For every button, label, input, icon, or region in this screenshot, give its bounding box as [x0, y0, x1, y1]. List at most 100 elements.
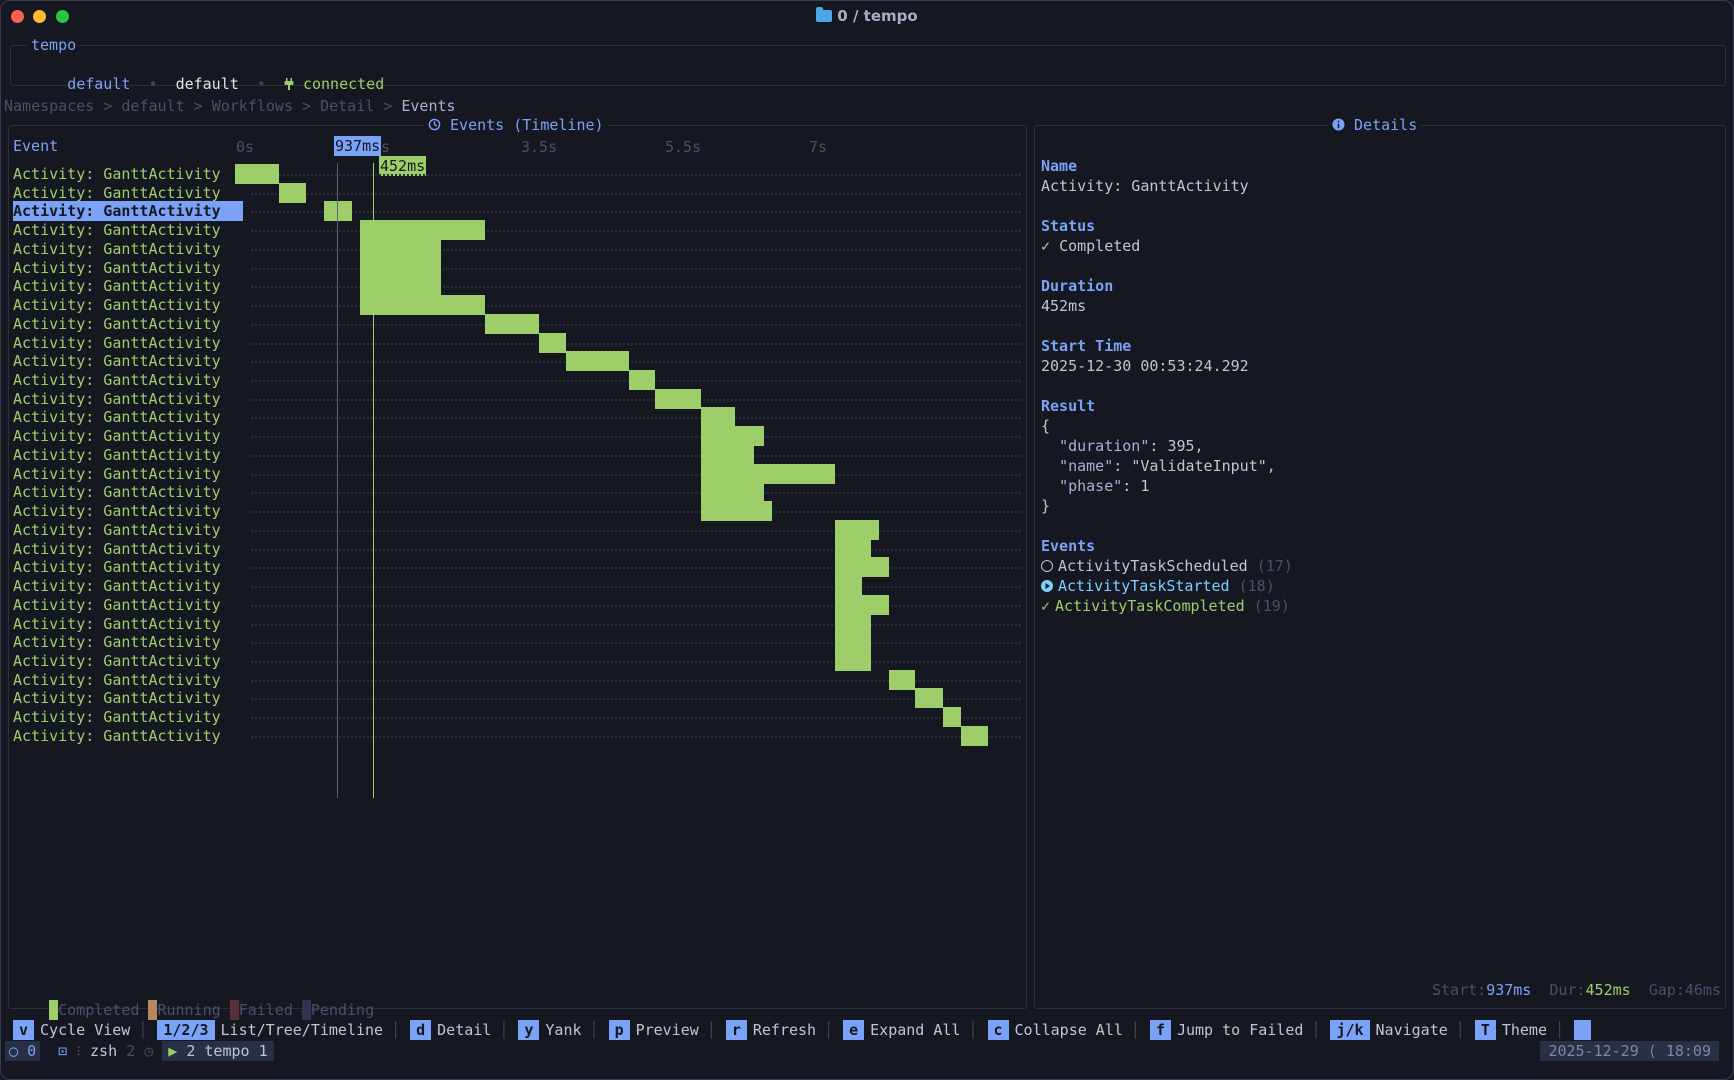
timeline-bar[interactable] — [888, 669, 916, 690]
json-brace-open: { — [1041, 417, 1051, 435]
timeline-row-label[interactable]: Activity: GanttActivity — [13, 482, 221, 502]
profile-context[interactable]: default — [176, 75, 239, 93]
json-line: "duration": 395, — [1059, 437, 1204, 455]
timeline-row-label[interactable]: Activity: GanttActivity — [13, 183, 221, 203]
timeline-row-label[interactable]: Activity: GanttActivity — [13, 201, 243, 222]
timeline-row-label[interactable]: Activity: GanttActivity — [13, 595, 221, 615]
timeline-bar[interactable] — [235, 164, 280, 184]
shell-window[interactable]: zsh — [90, 1042, 117, 1060]
key-hint: v — [13, 1020, 35, 1040]
timeline-row-label[interactable]: Activity: GanttActivity — [13, 707, 221, 727]
timeline-bar[interactable] — [961, 725, 988, 746]
timeline-row-label[interactable]: Activity: GanttActivity — [13, 445, 221, 465]
timeline-tick: 5.5s — [665, 138, 702, 156]
key-action[interactable]: Collapse All — [1015, 1021, 1123, 1039]
timeline-row-label[interactable]: Activity: GanttActivity — [13, 464, 221, 484]
event-item[interactable]: ActivityTaskScheduled (17) — [1041, 556, 1293, 576]
start-time-label: Start Time — [1041, 337, 1132, 355]
timeline-bar[interactable] — [700, 426, 764, 447]
timeline-bar[interactable] — [360, 220, 486, 241]
timeline-bar[interactable] — [834, 557, 889, 578]
key-separator: │ — [968, 1021, 978, 1039]
timeline-row-label[interactable]: Activity: GanttActivity — [13, 258, 221, 278]
timeline-row-label[interactable]: Activity: GanttActivity — [13, 389, 221, 409]
timeline-row-label[interactable]: Activity: GanttActivity — [13, 276, 221, 296]
row-guide — [251, 511, 1021, 514]
timeline-row-label[interactable]: Activity: GanttActivity — [13, 557, 221, 577]
breadcrumb-item[interactable]: Detail — [320, 97, 374, 115]
timeline-row-label[interactable]: Activity: GanttActivity — [13, 520, 221, 540]
event-item[interactable]: ActivityTaskStarted (18) — [1041, 576, 1275, 596]
timeline-bar[interactable] — [834, 613, 871, 634]
info-icon — [1332, 118, 1345, 131]
key-separator: │ — [138, 1021, 148, 1039]
timeline-row-label[interactable]: Activity: GanttActivity — [13, 539, 221, 559]
key-action[interactable]: Preview — [636, 1021, 699, 1039]
breadcrumb-item[interactable]: default — [121, 97, 184, 115]
timeline-bar[interactable] — [628, 370, 655, 391]
check-icon: ✓ — [1041, 597, 1051, 615]
timeline-row-label[interactable]: Activity: GanttActivity — [13, 370, 221, 390]
timeline-bar[interactable] — [485, 313, 540, 334]
plug-icon — [284, 78, 294, 90]
timeline-row-label[interactable]: Activity: GanttActivity — [13, 614, 221, 634]
row-guide — [251, 323, 1021, 326]
key-hint: 1/2/3 — [157, 1020, 215, 1040]
cursor-line — [337, 163, 338, 798]
timeline-bar[interactable] — [834, 538, 871, 559]
row-guide — [251, 529, 1021, 532]
timeline-row-label[interactable]: Activity: GanttActivity — [13, 314, 221, 334]
timeline-bar[interactable] — [700, 407, 736, 428]
key-action[interactable]: Theme — [1502, 1021, 1547, 1039]
breadcrumb-item[interactable]: Workflows — [212, 97, 293, 115]
timeline-bar[interactable] — [915, 688, 943, 709]
timeline-row-label[interactable]: Activity: GanttActivity — [13, 501, 221, 521]
timeline-bar[interactable] — [942, 707, 962, 728]
timeline-bar[interactable] — [834, 594, 889, 615]
timeline-row-label[interactable]: Activity: GanttActivity — [13, 651, 221, 671]
timeline-row-label[interactable]: Activity: GanttActivity — [13, 632, 221, 652]
key-action[interactable]: Expand All — [870, 1021, 960, 1039]
breadcrumb-separator: > — [383, 97, 393, 115]
key-action[interactable]: Refresh — [753, 1021, 816, 1039]
tab-number: 1 — [258, 1042, 268, 1060]
active-tab[interactable]: ▶ 2 tempo 1 — [162, 1041, 274, 1061]
key-action[interactable]: Cycle View — [40, 1021, 130, 1039]
timeline-bar[interactable] — [360, 295, 486, 316]
timeline-bar[interactable] — [700, 501, 772, 522]
breadcrumb-item[interactable]: Namespaces — [4, 97, 94, 115]
timeline-bar[interactable] — [834, 650, 871, 671]
timeline-bar[interactable] — [834, 519, 879, 540]
timeline-bar[interactable] — [700, 444, 754, 465]
row-guide — [251, 398, 1021, 401]
timeline-bar[interactable] — [834, 576, 863, 597]
timeline-bar[interactable] — [565, 351, 629, 372]
timeline-row-label[interactable]: Activity: GanttActivity — [13, 576, 221, 596]
timeline-row-label[interactable]: Activity: GanttActivity — [13, 670, 221, 690]
timeline-row-label[interactable]: Activity: GanttActivity — [13, 164, 221, 184]
breadcrumb-separator: > — [103, 97, 113, 115]
timeline-bar[interactable] — [700, 482, 764, 503]
key-action[interactable]: Jump to Failed — [1177, 1021, 1303, 1039]
timeline-bar[interactable] — [539, 332, 566, 353]
session-indicator[interactable]: ◯ 0 — [5, 1041, 41, 1061]
timeline-row-label[interactable]: Activity: GanttActivity — [13, 688, 221, 708]
timeline-row-label[interactable]: Activity: GanttActivity — [13, 295, 221, 315]
timeline-row-label[interactable]: Activity: GanttActivity — [13, 220, 221, 240]
timeline-bar[interactable] — [834, 632, 871, 653]
timeline-row-label[interactable]: Activity: GanttActivity — [13, 333, 221, 353]
key-action[interactable]: List/Tree/Timeline — [221, 1021, 384, 1039]
timeline-bar[interactable] — [654, 388, 701, 409]
key-action[interactable]: Yank — [545, 1021, 581, 1039]
timeline-row-label[interactable]: Activity: GanttActivity — [13, 726, 221, 746]
key-action[interactable]: Detail — [437, 1021, 491, 1039]
timeline-bar[interactable] — [279, 182, 306, 203]
timeline-row-label[interactable]: Activity: GanttActivity — [13, 426, 221, 446]
timeline-row-label[interactable]: Activity: GanttActivity — [13, 351, 221, 371]
namespace-context[interactable]: default — [67, 75, 130, 93]
key-action[interactable]: Navigate — [1376, 1021, 1448, 1039]
timeline-bar[interactable] — [700, 463, 835, 484]
event-item[interactable]: ✓ ActivityTaskCompleted (19) — [1041, 596, 1290, 616]
timeline-row-label[interactable]: Activity: GanttActivity — [13, 239, 221, 259]
timeline-row-label[interactable]: Activity: GanttActivity — [13, 407, 221, 427]
